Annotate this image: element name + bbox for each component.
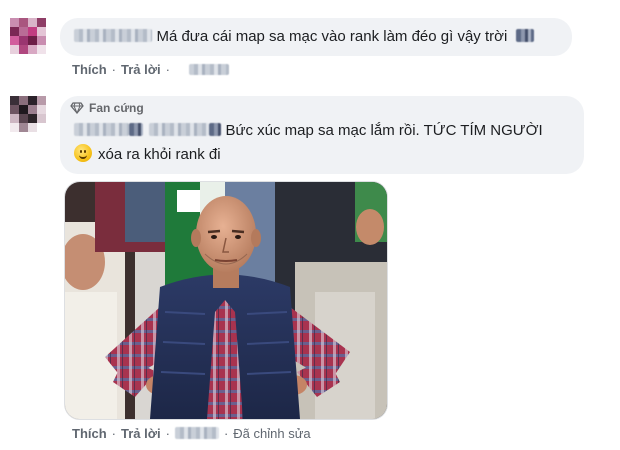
avatar[interactable] [10, 96, 46, 132]
timestamp[interactable] [174, 427, 219, 439]
reply-button[interactable]: Trả lời [121, 426, 161, 441]
comment-bubble: Fan cứng Bức xúc map sa mạc lắm rồi. TỨC… [60, 96, 584, 174]
author-name[interactable] [129, 123, 143, 136]
author-name[interactable] [209, 123, 221, 136]
like-button[interactable]: Thích [72, 62, 107, 77]
attached-photo[interactable] [64, 181, 388, 420]
fan-badge: Fan cứng [70, 101, 144, 115]
separator: · [165, 426, 170, 441]
comment-actions: Thích · Trả lời · [72, 62, 229, 77]
separator: · [111, 62, 117, 77]
badge-label: Fan cứng [89, 101, 144, 115]
comment-text-line1: Bức xúc map sa mạc lắm rồi. TỨC TÍM NGƯỜ… [225, 122, 543, 139]
comment-text: Má đưa cái map sa mạc vào rank làm đéo g… [156, 28, 508, 45]
author-name[interactable] [149, 123, 209, 136]
avatar[interactable] [10, 18, 46, 54]
redacted-text [515, 29, 534, 42]
reply-button[interactable]: Trả lời [121, 62, 161, 77]
timestamp[interactable] [188, 64, 229, 75]
comment-actions: Thích · Trả lời · · Đã chỉnh sửa [72, 426, 311, 441]
comment-bubble: Má đưa cái map sa mạc vào rank làm đéo g… [60, 18, 572, 56]
author-name[interactable] [74, 123, 129, 136]
edited-label[interactable]: Đã chỉnh sửa [233, 426, 310, 441]
smiling-face-icon [74, 144, 92, 162]
separator: · [111, 426, 117, 441]
diamond-icon [70, 102, 84, 114]
author-name[interactable] [74, 29, 152, 42]
comment-text-line2: xóa ra khỏi rank đi [98, 146, 221, 163]
like-button[interactable]: Thích [72, 426, 107, 441]
separator: · [223, 426, 229, 441]
separator: · [165, 62, 170, 77]
photo-image [65, 182, 387, 419]
